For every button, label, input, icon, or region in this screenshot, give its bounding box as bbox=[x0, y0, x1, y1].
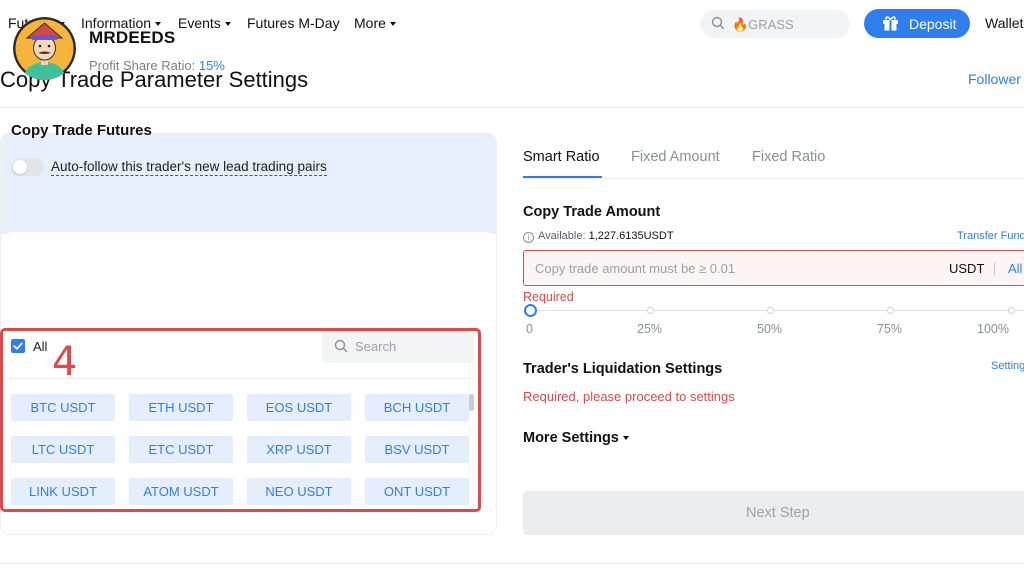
toggle-knob bbox=[13, 160, 27, 174]
info-icon: i bbox=[523, 232, 534, 243]
avatar bbox=[13, 17, 76, 80]
liquidation-required-error: Required, please proceed to settings bbox=[523, 389, 735, 404]
tab-smart-ratio[interactable]: Smart Ratio bbox=[523, 149, 600, 165]
slider-mark-50[interactable] bbox=[767, 307, 774, 314]
amount-all-button[interactable]: All bbox=[1008, 261, 1022, 276]
amount-unit: USDT bbox=[949, 261, 985, 276]
amount-slider-handle[interactable] bbox=[524, 304, 537, 317]
nav-item-label: Futures M-Day bbox=[247, 15, 340, 31]
caret-down-icon bbox=[155, 22, 162, 26]
header-divider bbox=[0, 107, 1024, 108]
profit-share-label: Profit Share Ratio: bbox=[89, 58, 196, 73]
caret-down-icon bbox=[622, 436, 629, 440]
nav-item-label: Events bbox=[178, 15, 221, 31]
copy-trade-amount-field[interactable]: Copy trade amount must be ≥ 0.01 USDT Al… bbox=[523, 250, 1024, 286]
search-placeholder: 🔥GRASS bbox=[732, 17, 794, 32]
nav-item-futures-m-day[interactable]: Futures M-Day bbox=[247, 15, 340, 31]
trader-avatar-image bbox=[13, 17, 76, 80]
copy-trade-amount-title: Copy Trade Amount bbox=[523, 204, 661, 220]
auto-follow-toggle[interactable] bbox=[11, 158, 44, 176]
profit-share-value: 15% bbox=[198, 58, 225, 73]
slider-label: 25% bbox=[637, 322, 663, 336]
tab-divider bbox=[523, 178, 1024, 179]
tab-fixed-ratio[interactable]: Fixed Ratio bbox=[752, 149, 825, 165]
copy-trade-futures-title: Copy Trade Futures bbox=[11, 122, 152, 139]
caret-down-icon bbox=[389, 22, 396, 26]
unit-separator bbox=[994, 262, 995, 275]
slider-mark-75[interactable] bbox=[887, 307, 894, 314]
transfer-funds-link[interactable]: Transfer Fund bbox=[957, 230, 1024, 242]
caret-down-icon bbox=[224, 22, 231, 26]
next-step-button[interactable]: Next Step bbox=[523, 491, 1024, 535]
deposit-label: Deposit bbox=[909, 16, 957, 32]
nav-item-more[interactable]: More bbox=[354, 15, 396, 31]
follower-link[interactable]: Follower C bbox=[968, 71, 1024, 87]
trader-name: MRDEEDS bbox=[89, 28, 176, 47]
active-tab-indicator bbox=[523, 176, 602, 178]
auto-follow-label: Auto-follow this trader's new lead tradi… bbox=[51, 159, 327, 176]
profit-share-ratio: Profit Share Ratio: 15% bbox=[89, 58, 225, 73]
annotation-number: 4 bbox=[52, 339, 78, 385]
trader-card bbox=[1, 134, 496, 234]
more-settings-label: More Settings bbox=[523, 430, 619, 446]
liquidation-settings-title: Trader's Liquidation Settings bbox=[523, 361, 723, 377]
more-settings-toggle[interactable]: More Settings bbox=[523, 430, 629, 446]
amount-placeholder: Copy trade amount must be ≥ 0.01 bbox=[535, 261, 736, 276]
slider-mark-25[interactable] bbox=[647, 307, 654, 314]
global-search-input[interactable]: 🔥GRASS bbox=[700, 10, 850, 38]
slider-label: 50% bbox=[757, 322, 783, 336]
amount-required-error: Required bbox=[523, 290, 574, 304]
amount-slider-track[interactable] bbox=[530, 310, 1024, 311]
liquidation-settings-link[interactable]: Settings bbox=[991, 360, 1024, 372]
available-value: 1,227.6135USDT bbox=[588, 230, 674, 242]
slider-label: 100% bbox=[977, 322, 1009, 336]
available-label: Available: bbox=[538, 230, 586, 242]
gift-icon bbox=[883, 16, 898, 31]
nav-item-wallets[interactable]: Wallets bbox=[985, 15, 1024, 31]
available-balance: i Available: 1,227.6135USDT bbox=[523, 230, 674, 243]
tab-fixed-amount[interactable]: Fixed Amount bbox=[631, 149, 720, 165]
nav-item-label: More bbox=[354, 15, 386, 31]
search-icon bbox=[711, 16, 725, 30]
deposit-button[interactable]: Deposit bbox=[864, 9, 970, 38]
next-step-label: Next Step bbox=[746, 505, 810, 521]
slider-mark-100[interactable] bbox=[1008, 307, 1015, 314]
slider-label: 75% bbox=[877, 322, 903, 336]
footer-divider bbox=[0, 563, 1024, 564]
slider-label: 0 bbox=[526, 322, 533, 336]
nav-item-events[interactable]: Events bbox=[178, 15, 231, 31]
